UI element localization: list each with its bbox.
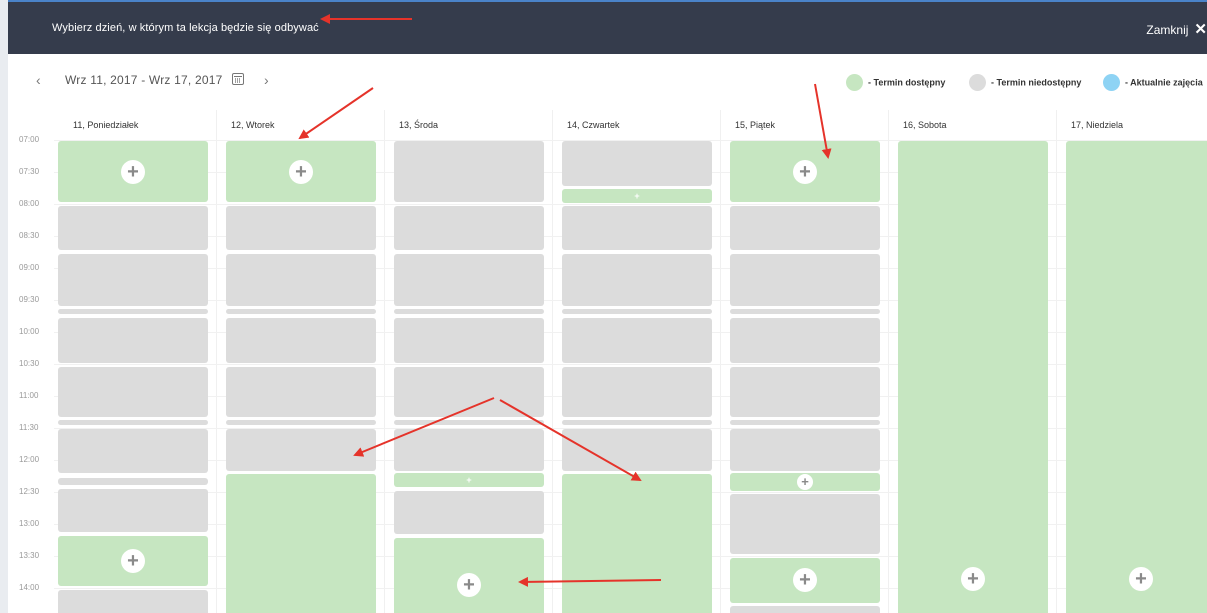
annotation-arrow xyxy=(518,576,662,587)
annotation-arrow xyxy=(499,399,642,481)
annotation-arrow xyxy=(353,397,495,457)
annotation-arrow xyxy=(814,83,832,159)
annotation-arrow xyxy=(298,87,374,140)
scheduler-modal: Wybierz dzień, w którym ta lekcja będzie… xyxy=(0,0,1207,613)
annotation-arrows xyxy=(298,14,832,587)
